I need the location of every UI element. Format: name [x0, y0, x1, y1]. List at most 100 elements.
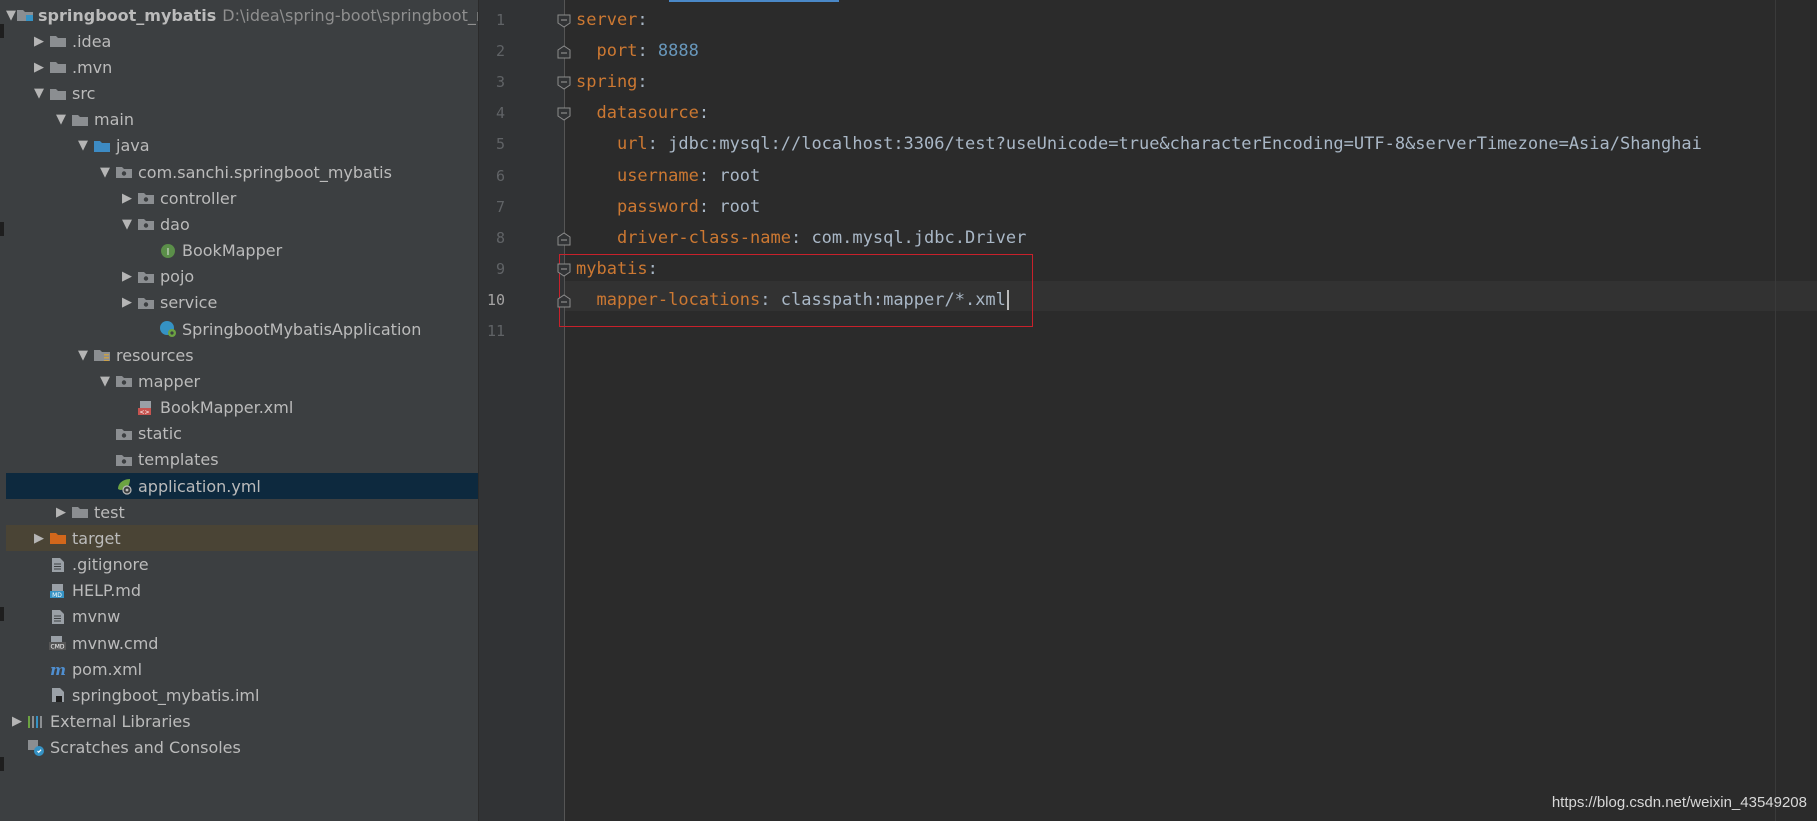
tool-window-marker[interactable]: [0, 222, 4, 236]
package-icon: [114, 163, 134, 181]
expand-arrow-icon[interactable]: ▶: [8, 714, 26, 729]
fold-marker-icon[interactable]: [557, 76, 571, 90]
tool-window-marker[interactable]: [0, 24, 4, 38]
tree-item-service[interactable]: ▶ service: [6, 290, 478, 316]
tree-item-bookmapper[interactable]: I BookMapper: [6, 238, 478, 264]
code-line[interactable]: url: jdbc:mysql://localhost:3306/test?us…: [576, 131, 1702, 157]
maven-icon: m: [48, 660, 68, 678]
tree-item-gitignore[interactable]: .gitignore: [6, 552, 478, 578]
fold-marker-icon[interactable]: [557, 263, 571, 277]
code-line[interactable]: port: 8888: [576, 38, 699, 64]
fold-marker-icon[interactable]: [557, 232, 571, 246]
tree-item-controller[interactable]: ▶ controller: [6, 185, 478, 211]
yaml-value: root: [719, 165, 761, 186]
tree-item-application-yml[interactable]: application.yml: [6, 473, 478, 500]
tree-item-springboot-mybatis-iml[interactable]: springboot_mybatis.iml: [6, 682, 478, 708]
yaml-key: port: [596, 41, 638, 62]
tree-item-templates[interactable]: templates: [6, 447, 478, 473]
collapse-arrow-icon[interactable]: ▼: [118, 217, 136, 232]
tree-item-com-sanchi-springboot-mybatis[interactable]: ▼ com.sanchi.springboot_mybatis: [6, 159, 478, 185]
yaml-value: :: [698, 103, 710, 124]
code-line[interactable]: datasource:: [576, 100, 709, 126]
tree-item-static[interactable]: static: [6, 421, 478, 447]
tree-item-springbootmybatisapplication[interactable]: SpringbootMybatisApplication: [6, 316, 478, 342]
tree-item-label: BookMapper.xml: [160, 398, 294, 418]
tree-item-label: src: [72, 84, 96, 103]
tree-item-mvnw-cmd[interactable]: CMD mvnw.cmd: [6, 630, 478, 656]
yaml-value: :: [647, 134, 669, 155]
tree-item-springboot-mybatis[interactable]: ▼ springboot_mybatis D:\idea\spring-boot\s…: [6, 2, 478, 28]
tree-item-pom-xml[interactable]: m pom.xml: [6, 656, 478, 682]
collapse-arrow-icon[interactable]: ▼: [96, 374, 114, 389]
tree-item-main[interactable]: ▼ main: [6, 107, 478, 133]
package-icon: [136, 268, 156, 286]
collapse-arrow-icon[interactable]: ▼: [30, 86, 48, 101]
expand-arrow-icon[interactable]: ▶: [30, 60, 48, 75]
right-margin-guide: [1775, 0, 1776, 821]
fold-marker-icon[interactable]: [557, 294, 571, 308]
tree-item-src[interactable]: ▼ src: [6, 81, 478, 107]
folder-icon: [48, 58, 68, 76]
collapse-arrow-icon[interactable]: ▼: [74, 348, 92, 363]
expand-arrow-icon[interactable]: ▶: [118, 191, 136, 206]
code-line[interactable]: server:: [576, 7, 648, 33]
fold-marker-icon[interactable]: [557, 14, 571, 28]
code-line[interactable]: spring:: [576, 69, 648, 95]
text-file-icon: [48, 608, 68, 626]
yaml-value: com.mysql.jdbc.Driver: [811, 227, 1027, 248]
collapse-arrow-icon[interactable]: ▼: [96, 165, 114, 180]
tree-item-label: static: [138, 424, 182, 444]
expand-arrow-icon[interactable]: ▶: [30, 34, 48, 49]
tree-item-help-md[interactable]: MD HELP.md: [6, 578, 478, 604]
code-line[interactable]: password: root: [576, 194, 760, 220]
code-editor[interactable]: server: port: 8888 spring: datasource: ur…: [479, 0, 1817, 821]
yaml-key: driver-class-name: [616, 227, 791, 248]
tree-item-label: SpringbootMybatisApplication: [182, 319, 422, 339]
tree-item-label: com.sanchi.springboot_mybatis: [138, 162, 392, 182]
tree-item-java[interactable]: ▼ java: [6, 133, 478, 159]
tree-item-resources[interactable]: ▼ resources: [6, 342, 478, 368]
tree-item-mapper[interactable]: ▼ mapper: [6, 368, 478, 394]
tree-item-mvn[interactable]: ▶ .mvn: [6, 54, 478, 80]
tool-window-marker[interactable]: [0, 607, 4, 621]
package-icon: [136, 215, 156, 233]
tree-item-dao[interactable]: ▼ dao: [6, 211, 478, 237]
source-folder-icon: [92, 137, 112, 155]
tree-item-target[interactable]: ▶ target: [6, 525, 478, 552]
collapse-arrow-icon[interactable]: ▼: [52, 112, 70, 127]
line-number: 6: [495, 166, 505, 185]
tree-item-mvnw[interactable]: mvnw: [6, 604, 478, 630]
expand-arrow-icon[interactable]: ▶: [118, 295, 136, 310]
expand-arrow-icon[interactable]: ▶: [30, 531, 48, 546]
code-line[interactable]: username: root: [576, 163, 760, 189]
markdown-file-icon: MD: [48, 582, 68, 600]
tree-item-pojo[interactable]: ▶ pojo: [6, 264, 478, 290]
tree-item-label: test: [94, 502, 125, 522]
xml-file-icon: <>: [136, 399, 156, 417]
fold-marker-icon[interactable]: [557, 45, 571, 59]
interface-icon: I: [158, 242, 178, 260]
tree-item-idea[interactable]: ▶ .idea: [6, 28, 478, 54]
line-number: 7: [495, 197, 505, 216]
tree-item-scratches-and-consoles[interactable]: Scratches and Consoles: [6, 735, 478, 761]
expand-arrow-icon[interactable]: ▶: [52, 505, 70, 520]
yaml-value: :: [698, 196, 720, 217]
fold-marker-icon[interactable]: [557, 107, 571, 121]
collapse-arrow-icon[interactable]: ▼: [74, 138, 92, 153]
yaml-key: server: [576, 10, 638, 30]
line-number: 8: [495, 228, 505, 247]
tree-item-test[interactable]: ▶ test: [6, 499, 478, 525]
tree-item-bookmapper-xml[interactable]: <> BookMapper.xml: [6, 395, 478, 421]
expand-arrow-icon[interactable]: ▶: [118, 269, 136, 284]
tool-window-marker[interactable]: [0, 757, 4, 771]
yaml-value: root: [719, 196, 761, 217]
tree-item-external-libraries[interactable]: ▶ External Libraries: [6, 709, 478, 735]
collapse-arrow-icon[interactable]: ▼: [6, 8, 16, 23]
yaml-number: 8888: [657, 41, 699, 62]
tree-item-label: java: [116, 136, 150, 156]
tree-item-label: target: [72, 528, 121, 548]
resources-folder-icon: [92, 346, 112, 364]
code-line[interactable]: driver-class-name: com.mysql.jdbc.Driver: [576, 225, 1026, 251]
